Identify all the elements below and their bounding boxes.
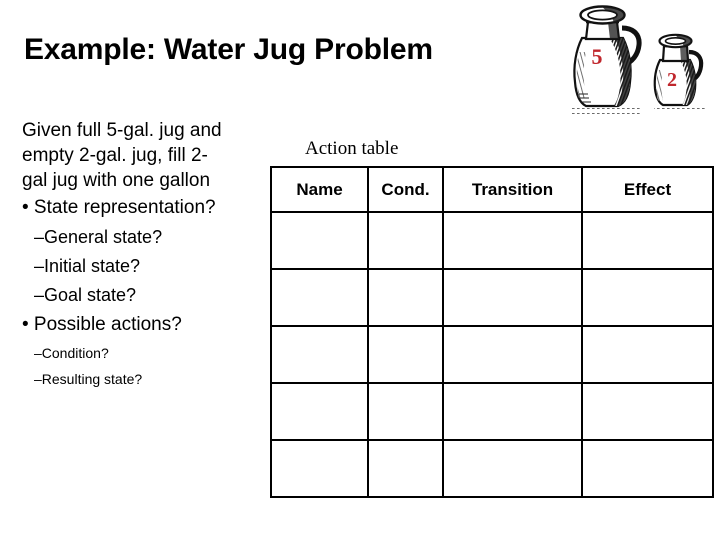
cell-effect[interactable] xyxy=(581,439,714,498)
cell-cond[interactable] xyxy=(367,325,444,384)
cell-cond[interactable] xyxy=(367,382,444,441)
table-row xyxy=(270,325,714,384)
cell-name[interactable] xyxy=(270,211,369,270)
column-header-cond: Cond. xyxy=(367,166,444,213)
sub-item-initial-state: –Initial state? xyxy=(34,256,141,276)
cell-cond[interactable] xyxy=(367,211,444,270)
cell-effect[interactable] xyxy=(581,268,714,327)
water-jugs-illustration: 5 2 xyxy=(562,2,720,120)
cell-effect[interactable] xyxy=(581,211,714,270)
cell-transition[interactable] xyxy=(442,439,583,498)
small-jug-capacity-label: 2 xyxy=(667,69,677,91)
body-line: Given full 5-gal. jug and xyxy=(22,120,222,141)
large-jug-capacity-label: 5 xyxy=(592,44,603,69)
cell-effect[interactable] xyxy=(581,382,714,441)
body-line: empty 2-gal. jug, fill 2- xyxy=(22,145,208,166)
cell-name[interactable] xyxy=(270,325,369,384)
cell-cond[interactable] xyxy=(367,439,444,498)
action-table: Name Cond. Transition Effect xyxy=(270,166,714,498)
table-row xyxy=(270,211,714,270)
small-jug-graphic: 2 xyxy=(653,33,704,107)
cell-transition[interactable] xyxy=(442,268,583,327)
problem-statement-text: Given full 5-gal. jug and empty 2-gal. j… xyxy=(22,118,272,392)
page-title: Example: Water Jug Problem xyxy=(24,33,433,66)
cell-transition[interactable] xyxy=(442,382,583,441)
column-header-name: Name xyxy=(270,166,369,213)
sub-item-goal-state: –Goal state? xyxy=(34,285,137,305)
column-header-transition: Transition xyxy=(442,166,583,213)
table-header-row: Name Cond. Transition Effect xyxy=(270,166,714,213)
body-line: gal jug with one gallon xyxy=(22,170,211,191)
column-header-effect: Effect xyxy=(581,166,714,213)
sub-item-resulting-state: –Resulting state? xyxy=(34,371,143,387)
bullet-state-representation: • State representation? xyxy=(22,197,216,218)
cell-transition[interactable] xyxy=(442,325,583,384)
large-jug-graphic: 5 xyxy=(573,5,642,108)
bullet-possible-actions: • Possible actions? xyxy=(22,314,182,335)
sub-item-general-state: –General state? xyxy=(34,227,163,247)
slide-canvas: Example: Water Jug Problem 5 2 Given ful… xyxy=(0,0,720,540)
sub-item-condition: –Condition? xyxy=(34,345,109,361)
action-table-caption: Action table xyxy=(305,138,399,159)
cell-transition[interactable] xyxy=(442,211,583,270)
table-row xyxy=(270,268,714,327)
cell-name[interactable] xyxy=(270,382,369,441)
cell-effect[interactable] xyxy=(581,325,714,384)
cell-name[interactable] xyxy=(270,439,369,498)
cell-cond[interactable] xyxy=(367,268,444,327)
table-row xyxy=(270,382,714,441)
table-row xyxy=(270,439,714,498)
cell-name[interactable] xyxy=(270,268,369,327)
